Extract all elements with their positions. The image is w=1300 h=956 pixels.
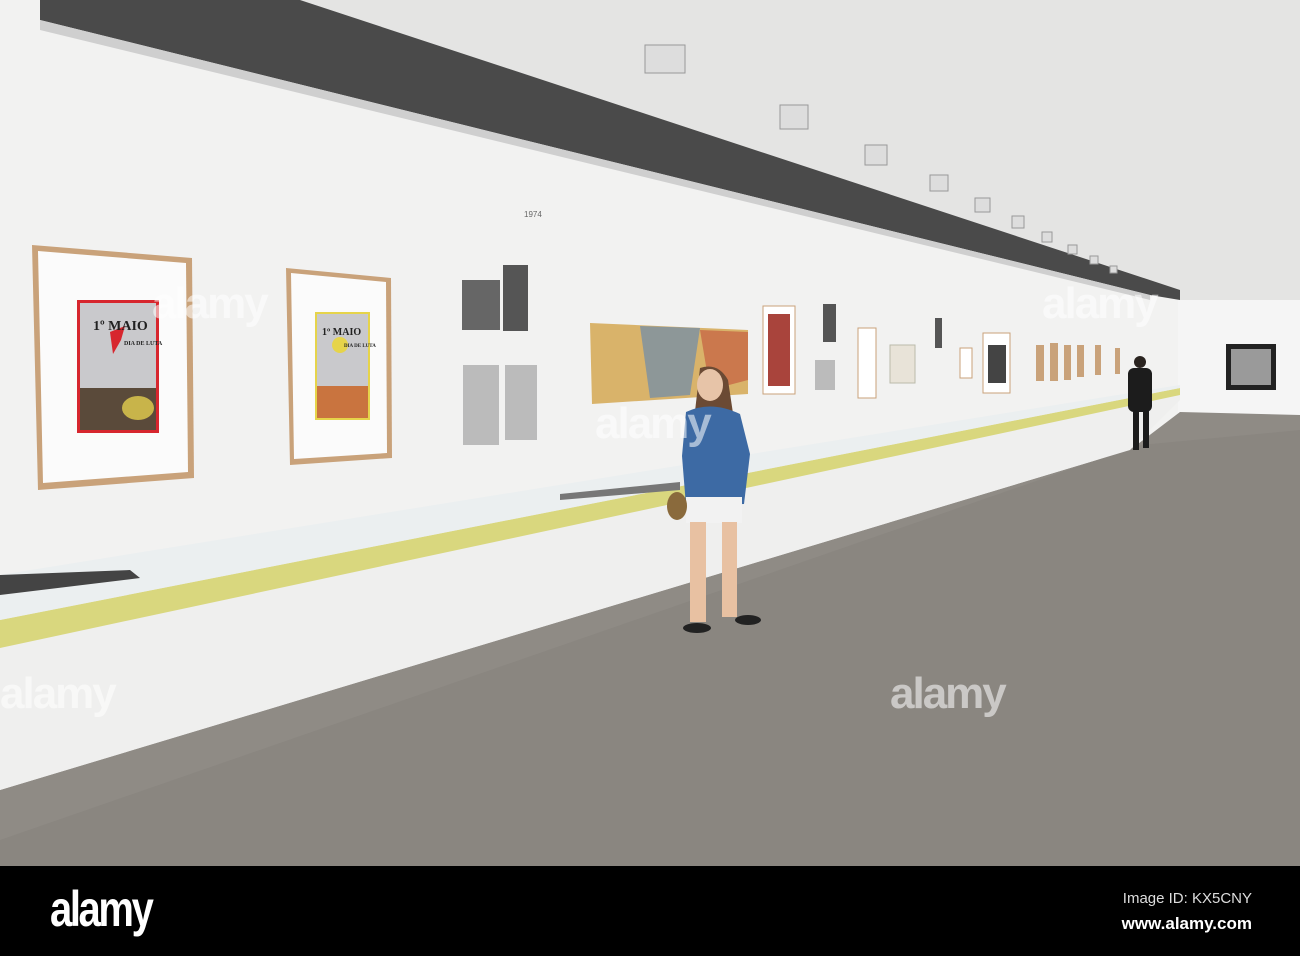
poster-2-subtitle: DIA DE LUTA	[344, 344, 376, 349]
watermark-footer: alamy Image ID: KX5CNY www.alamy.com	[0, 866, 1300, 956]
image-id: Image ID: KX5CNY	[1122, 890, 1252, 907]
site-url: www.alamy.com	[1121, 914, 1252, 933]
far-artwork-image	[1231, 349, 1271, 385]
framed-poster-2: 1º MAIO DIA DE LUTA	[286, 268, 392, 465]
watermark-text: alamy	[152, 279, 269, 328]
alamy-logo: alamy	[50, 881, 154, 937]
gallery-scene: 1º MAIO DIA DE LUTA 1º MAIO DIA DE LUTA …	[0, 0, 1300, 866]
watermark-text: alamy	[1042, 279, 1159, 328]
wall-photo	[503, 265, 528, 331]
watermark-text: alamy	[0, 669, 117, 718]
wall-year-label: 1974	[524, 210, 542, 219]
watermark-text: alamy	[890, 669, 1007, 718]
poster-2-title: 1º MAIO	[322, 327, 361, 338]
poster-1-subtitle: DIA DE LUTA	[124, 341, 163, 347]
poster-1-title: 1º MAIO	[93, 319, 148, 334]
wall-photo	[462, 280, 500, 330]
gallery-photo: 1º MAIO DIA DE LUTA 1º MAIO DIA DE LUTA …	[0, 0, 1300, 956]
watermark-text: alamy	[595, 399, 712, 448]
